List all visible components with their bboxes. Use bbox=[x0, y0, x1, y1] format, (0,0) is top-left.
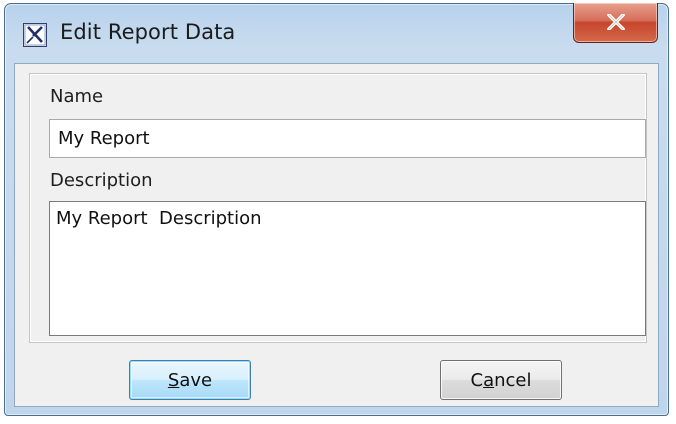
description-textarea[interactable]: My Report Description bbox=[49, 201, 646, 336]
save-label-rest: ave bbox=[179, 369, 213, 391]
save-button[interactable]: Save bbox=[129, 360, 251, 400]
title-bar[interactable]: Edit Report Data bbox=[5, 3, 668, 62]
close-button[interactable] bbox=[573, 3, 658, 43]
app-icon bbox=[23, 23, 47, 47]
save-mnemonic: S bbox=[167, 369, 180, 391]
dialog-window: Edit Report Data Name Description My Rep… bbox=[4, 3, 669, 416]
dialog-content: Name Description My Report Description S… bbox=[14, 63, 659, 407]
cancel-label-start: C bbox=[470, 369, 484, 391]
cancel-label-end: ncel bbox=[494, 369, 532, 391]
name-label: Name bbox=[50, 86, 104, 107]
window-title: Edit Report Data bbox=[60, 20, 236, 44]
cancel-button[interactable]: Ca ncel bbox=[440, 360, 562, 400]
close-icon bbox=[607, 14, 625, 30]
description-label: Description bbox=[50, 170, 153, 191]
name-input[interactable] bbox=[49, 119, 646, 158]
cancel-mnemonic: a bbox=[483, 369, 495, 391]
